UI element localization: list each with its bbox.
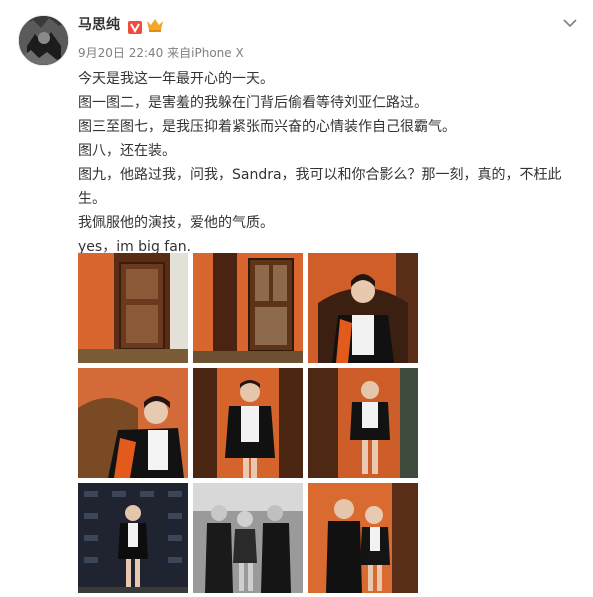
post-timestamp[interactable]: 9月20日 22:40	[78, 46, 163, 60]
photo-thumbnail-6[interactable]	[308, 368, 418, 478]
photo-thumbnail-4[interactable]	[78, 368, 188, 478]
post-content: 今天是我这一年最开心的一天。 图一图二，是害羞的我躲在门背后偷看等待刘亚仁路过。…	[78, 67, 578, 259]
photo-grid	[78, 253, 418, 593]
post-line-1: 今天是我这一年最开心的一天。	[78, 71, 274, 87]
photo-thumbnail-7[interactable]	[78, 483, 188, 593]
avatar[interactable]	[18, 15, 69, 66]
verified-v-icon[interactable]	[128, 19, 142, 34]
photo-thumbnail-5[interactable]	[193, 368, 303, 478]
post-line-6: 我佩服他的演技，爱他的气质。	[78, 215, 274, 231]
photo-thumbnail-2[interactable]	[193, 253, 303, 363]
post-line-5: 图九，他路过我，问我，Sandra，我可以和你合影么？那一刻，真的，不枉此生。	[78, 167, 562, 207]
post-line-2: 图一图二，是害羞的我躲在门背后偷看等待刘亚仁路过。	[78, 95, 428, 111]
post-source[interactable]: iPhone X	[191, 46, 244, 60]
photo-thumbnail-3[interactable]	[308, 253, 418, 363]
post-line-4: 图八，还在装。	[78, 143, 176, 159]
username-link[interactable]: 马思纯	[78, 16, 120, 34]
photo-thumbnail-8[interactable]	[193, 483, 303, 593]
photo-thumbnail-9[interactable]	[308, 483, 418, 593]
member-crown-icon[interactable]	[146, 17, 164, 33]
source-prefix: 来自	[167, 46, 192, 60]
post-line-3: 图三至图七，是我压抑着紧张而兴奋的心情装作自己很霸气。	[78, 119, 456, 135]
chevron-down-icon[interactable]	[562, 14, 578, 28]
photo-thumbnail-1[interactable]	[78, 253, 188, 363]
post-meta: 9月20日 22:40 来自iPhone X	[78, 45, 244, 61]
